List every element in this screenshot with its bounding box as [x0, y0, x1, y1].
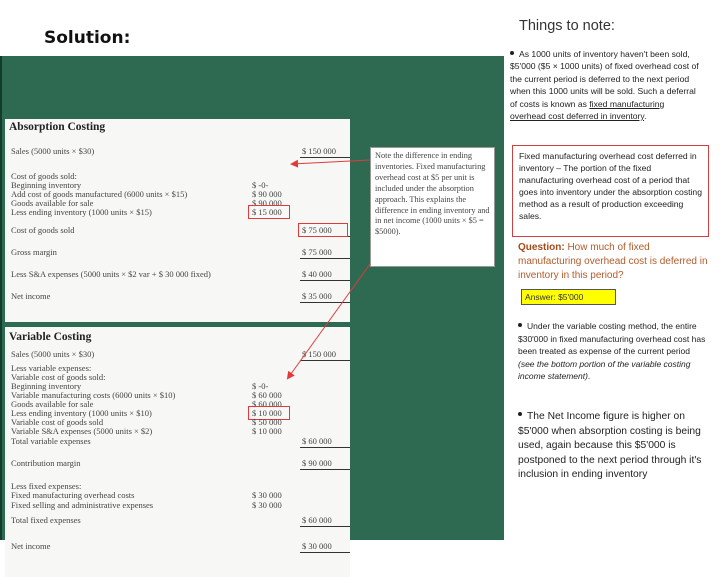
statement-line-total: $ 30 000 [302, 541, 332, 551]
question-label: Question: [518, 242, 565, 253]
bullet-dot [510, 50, 514, 55]
statement-line-label: Net income [11, 541, 51, 551]
net-income-bullet: The Net Income figure is higher on $5'00… [518, 410, 706, 483]
deferral-end: . [644, 111, 647, 122]
bullet-dot [518, 412, 522, 417]
arrow-to-variable-inventory [286, 263, 371, 380]
net-income-text: The Net Income figure is higher on $5'00… [518, 411, 702, 481]
bullet-dot [518, 322, 522, 327]
question-text: Question: How much of fixed manufacturin… [518, 241, 708, 283]
arrow-to-absorption-inventory [290, 159, 371, 168]
answer-badge: Answer: $5'000 [521, 289, 616, 305]
variable-method-bullet: Under the variable costing method, the e… [518, 320, 706, 383]
things-to-note-heading: Things to note: [519, 18, 615, 34]
variable-method-ref: (see the bottom portion of the variable … [518, 358, 691, 382]
definition-box: Fixed manufacturing overhead cost deferr… [512, 145, 709, 237]
variable-method-end: . [587, 371, 591, 382]
total-underline [300, 552, 350, 553]
deferral-bullet: As 1000 units of inventory haven't been … [510, 48, 700, 122]
variable-method-text: Under the variable costing method, the e… [518, 321, 706, 357]
